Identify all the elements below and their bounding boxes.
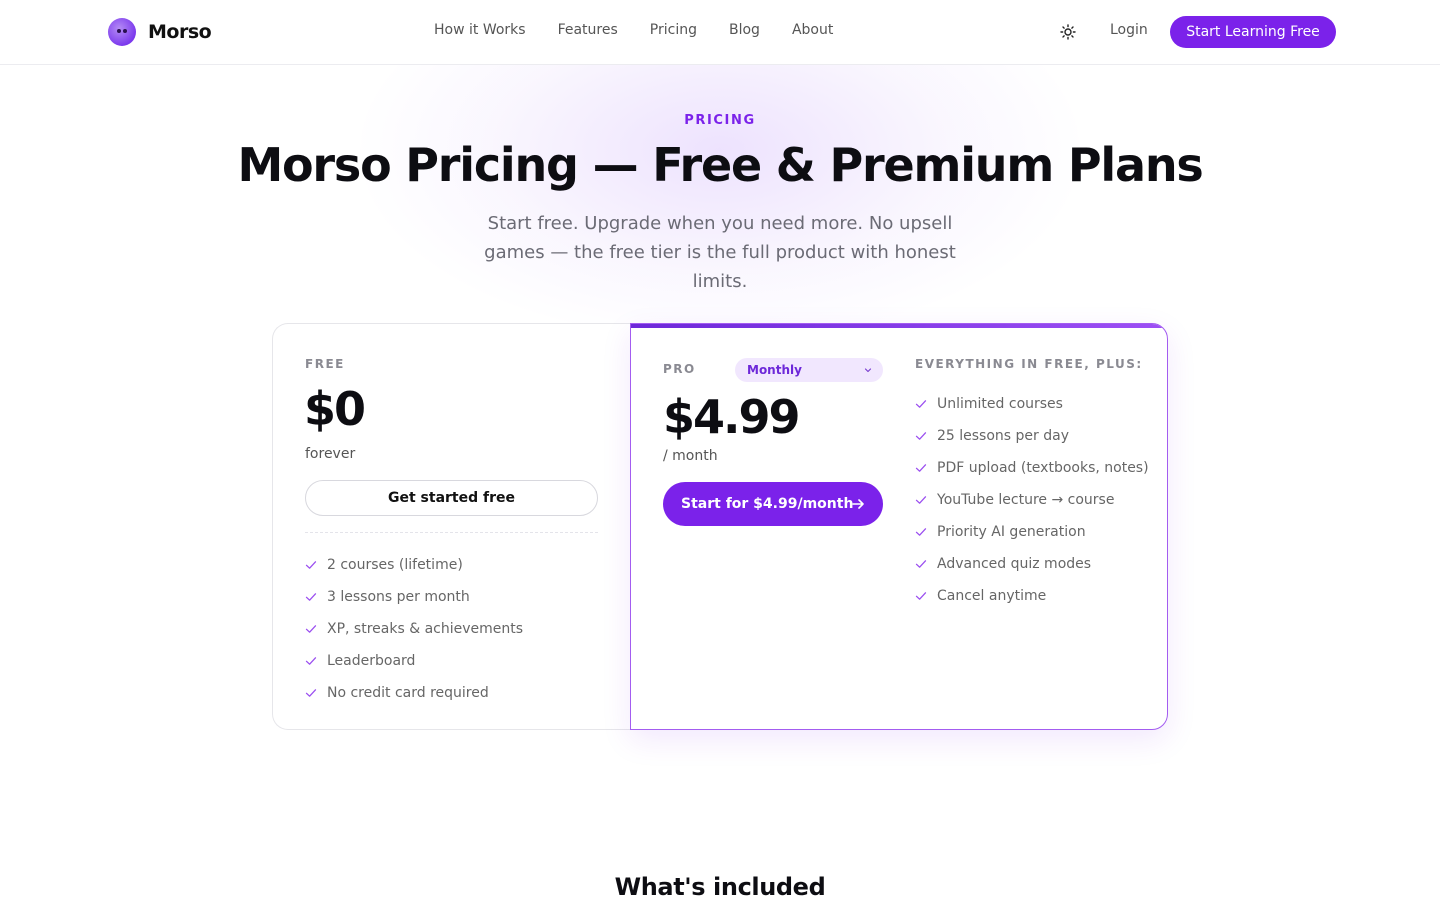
list-item: Leaderboard bbox=[305, 645, 523, 677]
list-item: YouTube lecture → course bbox=[915, 484, 1149, 516]
check-icon bbox=[305, 689, 317, 697]
login-link[interactable]: Login bbox=[1110, 22, 1148, 38]
theme-toggle-button[interactable] bbox=[1056, 20, 1080, 44]
pro-feature-list: Unlimited courses 25 lessons per day PDF… bbox=[915, 388, 1149, 612]
feature-label: 2 courses (lifetime) bbox=[327, 557, 463, 573]
feature-label: Unlimited courses bbox=[937, 396, 1063, 412]
list-item: 25 lessons per day bbox=[915, 420, 1149, 452]
logo[interactable]: Morso bbox=[108, 18, 212, 46]
free-plan-period: forever bbox=[305, 446, 356, 462]
nav-item-blog[interactable]: Blog bbox=[729, 22, 760, 38]
check-icon bbox=[915, 560, 927, 568]
chevron-down-icon bbox=[864, 368, 872, 373]
check-icon bbox=[915, 496, 927, 504]
pro-plan-label: PRO bbox=[663, 362, 696, 376]
site-header: Morso How it Works Features Pricing Blog… bbox=[0, 0, 1440, 65]
feature-label: 25 lessons per day bbox=[937, 428, 1069, 444]
free-feature-list: 2 courses (lifetime) 3 lessons per month… bbox=[305, 549, 523, 709]
feature-label: PDF upload (textbooks, notes) bbox=[937, 460, 1149, 476]
page-title: Morso Pricing — Free & Premium Plans bbox=[237, 138, 1203, 192]
list-item: 2 courses (lifetime) bbox=[305, 549, 523, 581]
main-nav: How it Works Features Pricing Blog About bbox=[434, 22, 865, 38]
get-started-free-button[interactable]: Get started free bbox=[305, 480, 598, 516]
check-icon bbox=[305, 561, 317, 569]
list-item: XP, streaks & achievements bbox=[305, 613, 523, 645]
pro-plan-card: PRO Monthly $4.99 / month Start for $4.9… bbox=[630, 323, 1168, 730]
whats-included-heading: What's included bbox=[614, 873, 826, 900]
list-item: Cancel anytime bbox=[915, 580, 1149, 612]
check-icon bbox=[305, 625, 317, 633]
feature-label: YouTube lecture → course bbox=[937, 492, 1115, 508]
list-item: 3 lessons per month bbox=[305, 581, 523, 613]
check-icon bbox=[305, 657, 317, 665]
pro-includes-label: EVERYTHING IN FREE, PLUS: bbox=[915, 357, 1143, 371]
list-item: Unlimited courses bbox=[915, 388, 1149, 420]
feature-label: 3 lessons per month bbox=[327, 589, 470, 605]
divider bbox=[305, 532, 598, 533]
nav-item-how-it-works[interactable]: How it Works bbox=[434, 22, 526, 38]
list-item: Advanced quiz modes bbox=[915, 548, 1149, 580]
feature-label: Leaderboard bbox=[327, 653, 416, 669]
feature-label: XP, streaks & achievements bbox=[327, 621, 524, 637]
start-learning-button[interactable]: Start Learning Free bbox=[1170, 16, 1336, 48]
list-item: Priority AI generation bbox=[915, 516, 1149, 548]
start-pro-button-label: Start for $4.99/month bbox=[681, 496, 854, 512]
feature-label: Advanced quiz modes bbox=[937, 556, 1092, 572]
list-item: PDF upload (textbooks, notes) bbox=[915, 452, 1149, 484]
logo-mark-icon bbox=[108, 18, 136, 46]
brand-name: Morso bbox=[148, 21, 212, 43]
feature-label: Cancel anytime bbox=[937, 588, 1047, 604]
pro-plan-period: / month bbox=[663, 448, 718, 464]
pro-plan-price: $4.99 bbox=[663, 390, 801, 444]
free-plan-price: $0 bbox=[304, 382, 366, 436]
feature-label: Priority AI generation bbox=[937, 524, 1086, 540]
check-icon bbox=[915, 592, 927, 600]
nav-item-features[interactable]: Features bbox=[558, 22, 618, 38]
sun-icon bbox=[1060, 24, 1076, 40]
feature-label: No credit card required bbox=[327, 685, 489, 701]
check-icon bbox=[305, 593, 317, 601]
billing-period-value: Monthly bbox=[747, 363, 802, 377]
check-icon bbox=[915, 400, 927, 408]
list-item: No credit card required bbox=[305, 677, 523, 709]
pro-accent-bar bbox=[631, 324, 1167, 328]
check-icon bbox=[915, 528, 927, 536]
nav-item-about[interactable]: About bbox=[792, 22, 833, 38]
free-plan-label: FREE bbox=[305, 357, 345, 371]
check-icon bbox=[915, 432, 927, 440]
arrow-right-icon bbox=[852, 499, 864, 509]
pricing-eyebrow: PRICING bbox=[684, 113, 756, 128]
free-plan-card: FREE $0 forever Get started free 2 cours… bbox=[272, 323, 632, 730]
page-subtitle: Start free. Upgrade when you need more. … bbox=[484, 213, 956, 292]
billing-period-select[interactable]: Monthly bbox=[735, 358, 883, 382]
nav-item-pricing[interactable]: Pricing bbox=[650, 22, 697, 38]
check-icon bbox=[915, 464, 927, 472]
start-pro-button[interactable]: Start for $4.99/month bbox=[663, 482, 883, 526]
